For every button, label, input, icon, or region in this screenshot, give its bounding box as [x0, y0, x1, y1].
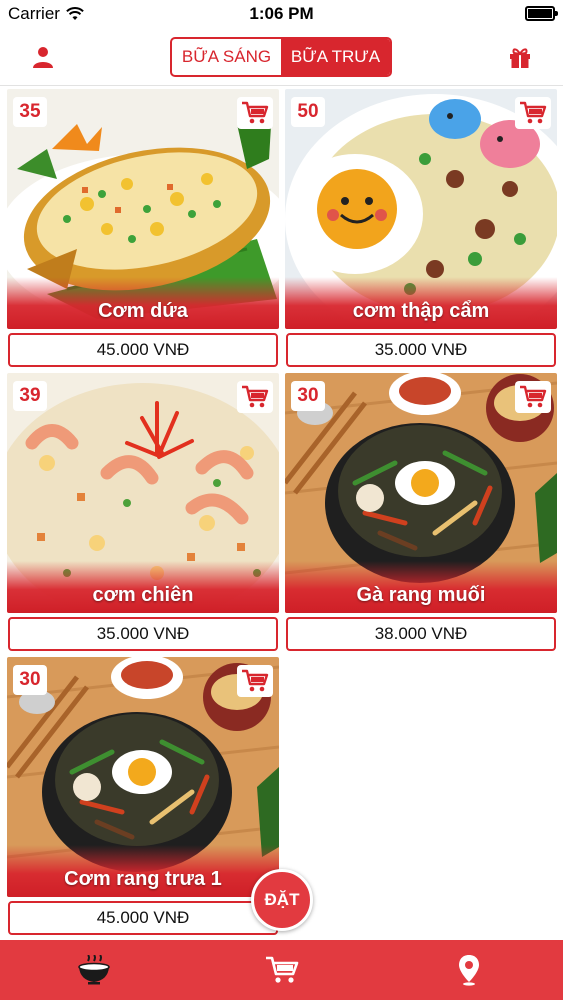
price-label: 38.000 VNĐ [286, 617, 556, 651]
battery-icon [525, 6, 558, 21]
tab-menu[interactable] [0, 940, 188, 1000]
cart-icon [265, 956, 298, 983]
count-badge: 30 [291, 381, 325, 411]
order-button[interactable]: ĐẶT [251, 869, 313, 931]
food-image-shrimp-fried-rice: cơm chiên 39 [7, 373, 279, 613]
price-label: 35.000 VNĐ [8, 617, 278, 651]
food-image-mixed-fried-rice: cơm thập cẩm 50 [285, 89, 557, 329]
food-name: Gà rang muối [356, 584, 486, 606]
food-name: Cơm rang trưa 1 [64, 868, 222, 890]
food-image-pineapple-rice: Cơm dứa 35 [7, 89, 279, 329]
food-card[interactable]: Cơm dứa 35 45.000 VNĐ [7, 89, 279, 371]
food-image-bibimbap-bowl: Cơm rang trưa 1 30 [7, 657, 279, 897]
location-pin-icon [459, 955, 480, 986]
food-name: Cơm dứa [98, 300, 188, 322]
bottom-tab-bar [0, 940, 563, 1000]
food-name: cơm thập cẩm [352, 300, 490, 322]
status-bar: Carrier 1:06 PM [0, 0, 563, 28]
tab-breakfast[interactable]: BỮA SÁNG [172, 39, 281, 75]
add-to-cart-icon[interactable] [237, 381, 273, 413]
food-card[interactable]: cơm thập cẩm 50 35.000 VNĐ [285, 89, 557, 371]
price-label: 45.000 VNĐ [8, 901, 278, 935]
tab-cart[interactable] [188, 940, 376, 1000]
add-to-cart-icon[interactable] [237, 97, 273, 129]
food-grid: Cơm dứa 35 45.000 VNĐ cơm thập cẩm 50 35… [0, 87, 563, 940]
add-to-cart-icon[interactable] [515, 97, 551, 129]
status-time: 1:06 PM [249, 4, 314, 23]
tab-lunch[interactable]: BỮA TRƯA [281, 39, 390, 75]
count-badge: 50 [291, 97, 325, 127]
count-badge: 39 [13, 381, 47, 411]
food-card[interactable]: Cơm rang trưa 1 30 45.000 VNĐ [7, 657, 279, 939]
top-header: BỮA SÁNG BỮA TRƯA [0, 28, 563, 86]
user-icon[interactable] [28, 42, 58, 72]
food-card[interactable]: cơm chiên 39 35.000 VNĐ [7, 373, 279, 655]
tab-location[interactable] [375, 940, 563, 1000]
food-name: cơm chiên [92, 584, 194, 606]
add-to-cart-icon[interactable] [515, 381, 551, 413]
food-bowl-icon [78, 955, 110, 985]
meal-segmented-control: BỮA SÁNG BỮA TRƯA [170, 37, 392, 77]
count-badge: 30 [13, 665, 47, 695]
food-card[interactable]: Gà rang muối 30 38.000 VNĐ [285, 373, 557, 655]
price-label: 35.000 VNĐ [286, 333, 556, 367]
gift-icon[interactable] [505, 42, 535, 72]
count-badge: 35 [13, 97, 47, 127]
food-image-bibimbap-bowl: Gà rang muối 30 [285, 373, 557, 613]
add-to-cart-icon[interactable] [237, 665, 273, 697]
price-label: 45.000 VNĐ [8, 333, 278, 367]
